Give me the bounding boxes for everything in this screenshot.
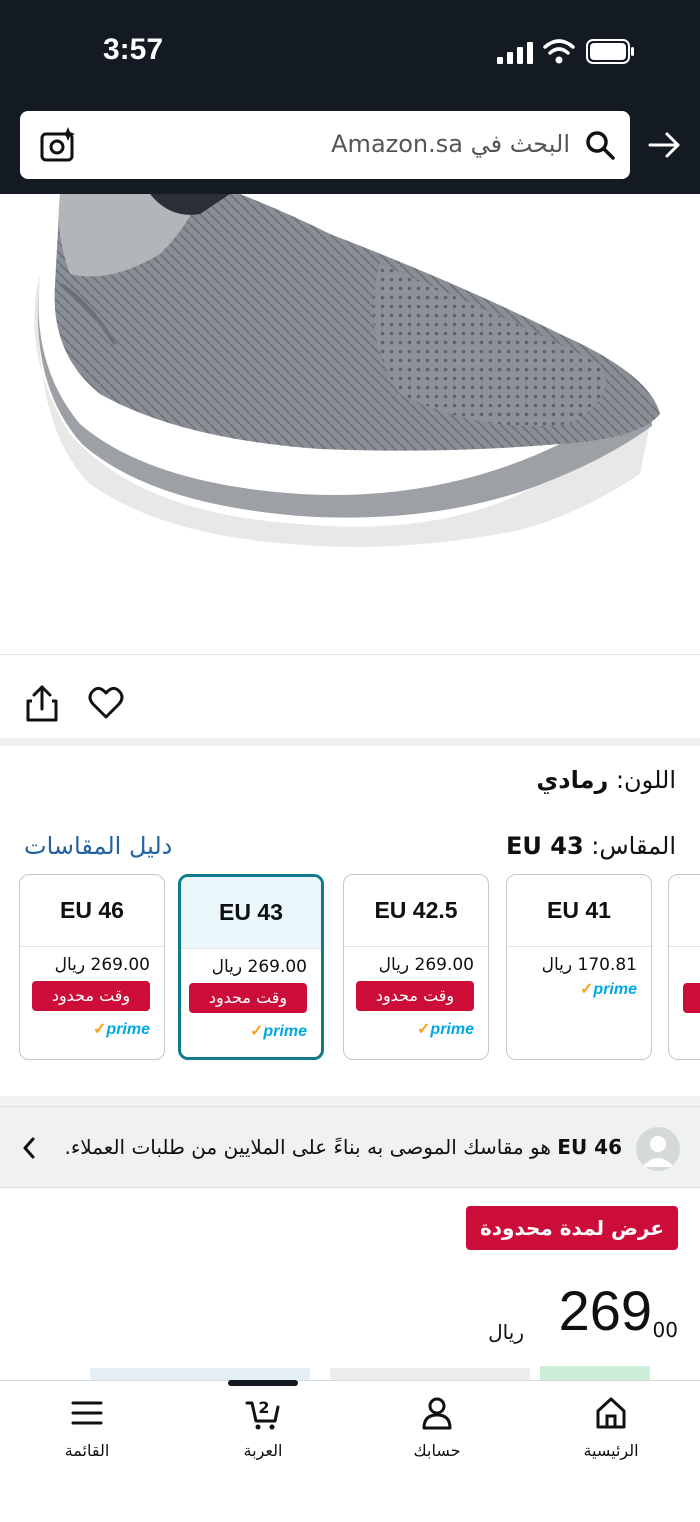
search-input[interactable]: البحث في Amazon.sa [331, 130, 570, 158]
account-icon [422, 1397, 452, 1430]
camera-search-icon[interactable] [38, 125, 78, 165]
cellular-signal-icon [497, 42, 533, 64]
status-bar: 3:57 [0, 0, 700, 100]
nav-home-label: الرئيسية [583, 1441, 639, 1460]
nav-account[interactable]: حسابك [382, 1395, 492, 1460]
active-tab-indicator [228, 1380, 298, 1386]
avatar [636, 1127, 680, 1171]
section-divider [0, 738, 700, 746]
cart-count: 2 [258, 1398, 269, 1417]
bottom-navigation: الرئيسية حسابك 2 العربة القائمة [0, 1380, 700, 1522]
limited-deal-badge: وقت محدود [32, 981, 150, 1011]
header: 3:57 البحث في Amazon.sa [0, 0, 700, 194]
search-icon[interactable] [584, 129, 616, 161]
nav-home[interactable]: الرئيسية [556, 1395, 666, 1460]
nav-account-label: حسابك [413, 1441, 461, 1460]
nav-menu[interactable]: القائمة [32, 1395, 142, 1460]
partial-content-strip [90, 1366, 650, 1380]
prime-badge: ✓prime [417, 1021, 474, 1038]
size-recommendation[interactable]: EU 46 هو مقاسك الموصى به بناءً على الملا… [0, 1106, 700, 1188]
section-divider [0, 1096, 700, 1106]
size-option-label: EU 46 [20, 875, 164, 947]
size-option-label: EU 43 [181, 877, 321, 949]
product-image[interactable] [0, 194, 700, 654]
limited-time-offer-badge: عرض لمدة محدودة [465, 1206, 678, 1250]
size-option-eu43[interactable]: EU 43 269.00 ريال وقت محدود ✓prime [178, 874, 324, 1060]
share-icon[interactable] [24, 685, 60, 723]
size-option-price: 269.00 ريال [54, 955, 150, 975]
color-value: رمادي [536, 766, 609, 794]
nav-cart[interactable]: 2 العربة [208, 1395, 318, 1460]
nav-menu-label: القائمة [64, 1441, 110, 1460]
size-label: المقاس: [591, 832, 676, 860]
product-actions [0, 654, 700, 746]
prime-badge: ✓prime [250, 1023, 307, 1040]
chevron-left-icon[interactable] [22, 1137, 36, 1159]
arrow-right-icon[interactable] [646, 127, 682, 163]
size-option-eu42-5[interactable]: EU 42.5 269.00 ريال وقت محدود ✓prime [343, 874, 489, 1060]
size-option-label: EU 41 [507, 875, 651, 947]
size-option-price: 269.00 ريال [211, 957, 307, 977]
battery-icon [586, 39, 634, 64]
menu-icon [71, 1401, 103, 1425]
size-guide-link[interactable]: دليل المقاسات [24, 832, 172, 860]
heart-icon[interactable] [88, 686, 124, 720]
recommended-size: EU 46 [557, 1135, 622, 1159]
size-option-label: EU 42.5 [344, 875, 488, 947]
cart-icon: 2 [245, 1398, 280, 1430]
price-currency: ريال [488, 1320, 524, 1344]
size-option-partial[interactable] [668, 874, 700, 1060]
prime-badge: ✓prime [93, 1021, 150, 1038]
size-option-price: 269.00 ريال [378, 955, 474, 975]
status-time: 3:57 [103, 33, 164, 66]
recommendation-message: هو مقاسك الموصى به بناءً على الملايين من… [64, 1135, 551, 1159]
recommendation-text: EU 46 هو مقاسك الموصى به بناءً على الملا… [65, 1135, 622, 1159]
size-value: EU 43 [506, 832, 584, 860]
user-icon [642, 1136, 674, 1167]
limited-deal-badge [683, 983, 700, 1013]
screen: 3:57 البحث في Amazon.sa اللون: رمادي الم… [0, 0, 700, 1522]
search-bar[interactable]: البحث في Amazon.sa [20, 111, 630, 179]
size-option-eu46[interactable]: EU 46 269.00 ريال وقت محدود ✓prime [19, 874, 165, 1060]
size-option-label [669, 875, 700, 947]
size-option-eu41[interactable]: EU 41 170.81 ريال ✓prime [506, 874, 652, 1060]
color-selection: اللون: رمادي [536, 766, 676, 794]
nav-cart-label: العربة [243, 1441, 283, 1460]
limited-deal-badge: وقت محدود [189, 983, 307, 1013]
home-icon [596, 1397, 626, 1429]
color-label: اللون: [615, 766, 676, 794]
size-selection: المقاس: EU 43 [506, 832, 676, 860]
size-option-price: 170.81 ريال [541, 955, 637, 975]
wifi-icon [543, 39, 575, 64]
shoe-illustration [34, 194, 660, 547]
limited-deal-badge: وقت محدود [356, 981, 474, 1011]
price-cents: 00 [652, 1318, 678, 1342]
price-integer: 269 [558, 1279, 652, 1342]
prime-badge: ✓prime [580, 981, 637, 998]
